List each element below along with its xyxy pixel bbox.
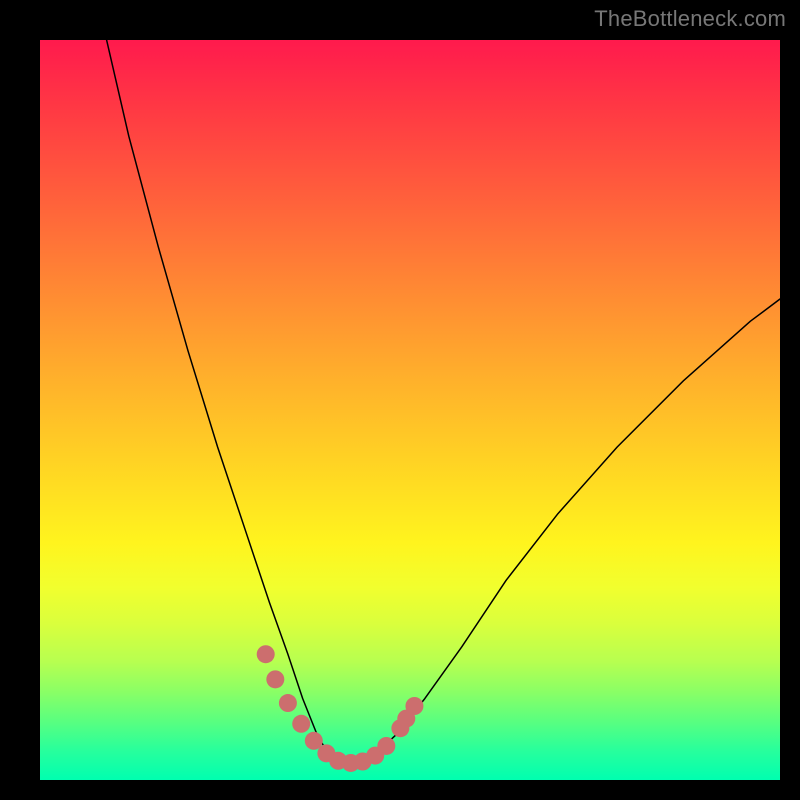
curve-svg bbox=[40, 40, 780, 780]
bottleneck-curve bbox=[107, 40, 780, 763]
watermark-text: TheBottleneck.com bbox=[594, 6, 786, 32]
chart-frame: TheBottleneck.com bbox=[0, 0, 800, 800]
highlight-dots bbox=[257, 645, 424, 772]
plot-area bbox=[40, 40, 780, 780]
